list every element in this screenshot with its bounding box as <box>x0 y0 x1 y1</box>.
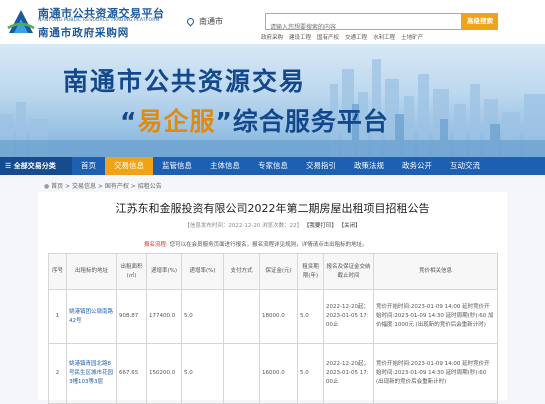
lease-table: 序号 出租标的地址 出租面积(㎡) 递增率(%) 递增率(%) 支付方式 保证金… <box>48 253 498 404</box>
article-meta: 【信息发布时间：2022-12-20 浏览次数：22】 【我要打印】 【关闭】 <box>38 221 507 229</box>
address-link[interactable]: 姚港镇青园北路8号民生区城市花园3幢103等3层 <box>66 343 117 404</box>
payment-cell <box>223 289 260 344</box>
nav-item-entity[interactable]: 主体信息 <box>201 157 249 175</box>
column-header: 递增率(%) <box>146 253 182 290</box>
rate-cell: 5.0 <box>181 343 224 404</box>
location-icon: ● <box>44 183 50 190</box>
quick-link[interactable]: 建设工程 <box>289 35 311 41</box>
site-header: 南通市公共资源交易平台 NANTONG PUBLIC RESOURCE TRAD… <box>0 0 545 44</box>
row-number: 1 <box>48 289 67 344</box>
banner-slogan: “易企服”综合服务平台 <box>120 107 389 136</box>
table-row: 2 姚港镇青园北路8号民生区城市花园3幢103等3层 667.65 150200… <box>48 343 498 404</box>
bid-info-cell: 竞价开始时间:2023-01-09 14:00 延时竞价开始时间:2023-01… <box>373 343 498 404</box>
nav-item-supervision[interactable]: 监管信息 <box>153 157 201 175</box>
print-button[interactable]: 【我要打印】 <box>304 223 337 229</box>
main-nav: ☰ 全部交易分类 首页 交易信息 监管信息 主体信息 专家信息 交易指引 政策法… <box>0 157 545 175</box>
deadline-cell: 2022-12-20起；2023-01-05 17:00止 <box>323 343 374 404</box>
deposit-cell: 18000.0 <box>259 289 298 344</box>
deposit-cell: 16000.0 <box>259 343 298 404</box>
nav-item-guide[interactable]: 交易指引 <box>297 157 345 175</box>
bid-info-cell: 竞价开始时间:2023-01-09 14:00 延时竞价开始时间:2023-01… <box>373 289 498 344</box>
all-categories-menu[interactable]: ☰ 全部交易分类 <box>0 157 72 175</box>
site-subtitle: 南通市政府采购网 <box>38 27 130 39</box>
column-header: 竞价相关信息 <box>373 253 498 290</box>
area-cell: 667.65 <box>116 343 147 404</box>
row-number: 2 <box>48 343 67 404</box>
column-header: 支付方式 <box>223 253 260 290</box>
column-header: 序号 <box>48 253 67 290</box>
term-cell: 5.0 <box>297 343 324 404</box>
quick-link[interactable]: 国有产权 <box>317 35 339 41</box>
nav-item-home[interactable]: 首页 <box>72 157 105 175</box>
publish-info: 【信息发布时间：2022-12-20 浏览次数：22】 <box>184 223 303 229</box>
city-skyline-image <box>0 59 545 157</box>
price-cell: 150200.0 <box>146 343 182 404</box>
column-header: 出租标的地址 <box>66 253 117 290</box>
address-link[interactable]: 姚港镇团公墩南路42号 <box>66 289 117 344</box>
logo-icon[interactable] <box>6 6 36 36</box>
breadcrumb[interactable]: ● 首页 > 交易信息 > 国有产权 > 招租公告 <box>44 181 162 190</box>
notice-label: 报名流程: <box>144 242 168 248</box>
article-panel: 江苏东和金服投资有限公司2022年第二期房屋出租项目招租公告 【信息发布时间：2… <box>38 192 507 404</box>
nav-item-interact[interactable]: 互动交流 <box>441 157 489 175</box>
table-row: 1 姚港镇团公墩南路42号 908.87 177400.0 5.0 18000.… <box>48 289 498 344</box>
page-title: 江苏东和金服投资有限公司2022年第二期房屋出租项目招租公告 <box>115 202 430 215</box>
location-pin-icon <box>185 16 196 27</box>
site-title-en: NANTONG PUBLIC RESOURCE TRADING PLATFORM <box>38 18 160 23</box>
nav-item-public[interactable]: 政务公开 <box>393 157 441 175</box>
quick-link[interactable]: 土地矿产 <box>401 35 423 41</box>
nav-item-trade-info[interactable]: 交易信息 <box>105 157 153 175</box>
column-header: 递增率(%) <box>181 253 224 290</box>
nav-item-expert[interactable]: 专家信息 <box>249 157 297 175</box>
column-header: 报名及保证金交纳截止时间 <box>323 253 374 290</box>
column-header: 保证金(元) <box>259 253 298 290</box>
rate-cell: 5.0 <box>181 289 224 344</box>
column-header: 出租面积(㎡) <box>116 253 147 290</box>
signup-notice: 报名流程: 您可以在会员服务页面进行报名，报名流程详见规则，详情请点击出租标的地… <box>144 240 368 248</box>
close-button[interactable]: 【关闭】 <box>339 223 361 229</box>
advanced-search-button[interactable]: 高级搜索 <box>462 13 498 30</box>
column-header: 租赁期限(年) <box>297 253 324 290</box>
quick-link[interactable]: 水利工程 <box>373 35 395 41</box>
quick-link[interactable]: 交通工程 <box>345 35 367 41</box>
search-box <box>265 13 462 35</box>
banner-title: 南通市公共资源交易 <box>63 67 307 96</box>
quick-link[interactable]: 政府采购 <box>261 35 283 41</box>
location-label: 南通市 <box>199 17 223 26</box>
table-header: 序号 出租标的地址 出租面积(㎡) 递增率(%) 递增率(%) 支付方式 保证金… <box>48 253 498 290</box>
hero-banner: 南通市公共资源交易 “易企服”综合服务平台 <box>0 44 545 157</box>
area-cell: 908.87 <box>116 289 147 344</box>
price-cell: 177400.0 <box>146 289 182 344</box>
quick-links: 政府采购 建设工程 国有产权 交通工程 水利工程 土地矿产 <box>261 33 429 41</box>
nav-item-policy[interactable]: 政策法规 <box>345 157 393 175</box>
notice-text: 您可以在会员服务页面进行报名，报名流程详见规则，详情请点击出租标的地址。 <box>169 242 368 248</box>
deadline-cell: 2022-12-20起；2023-01-05 17:00止 <box>323 289 374 344</box>
banner-highlight: 易企服 <box>137 107 216 136</box>
term-cell: 5.0 <box>297 289 324 344</box>
payment-cell <box>223 343 260 404</box>
location-selector[interactable]: 南通市 <box>185 16 223 27</box>
